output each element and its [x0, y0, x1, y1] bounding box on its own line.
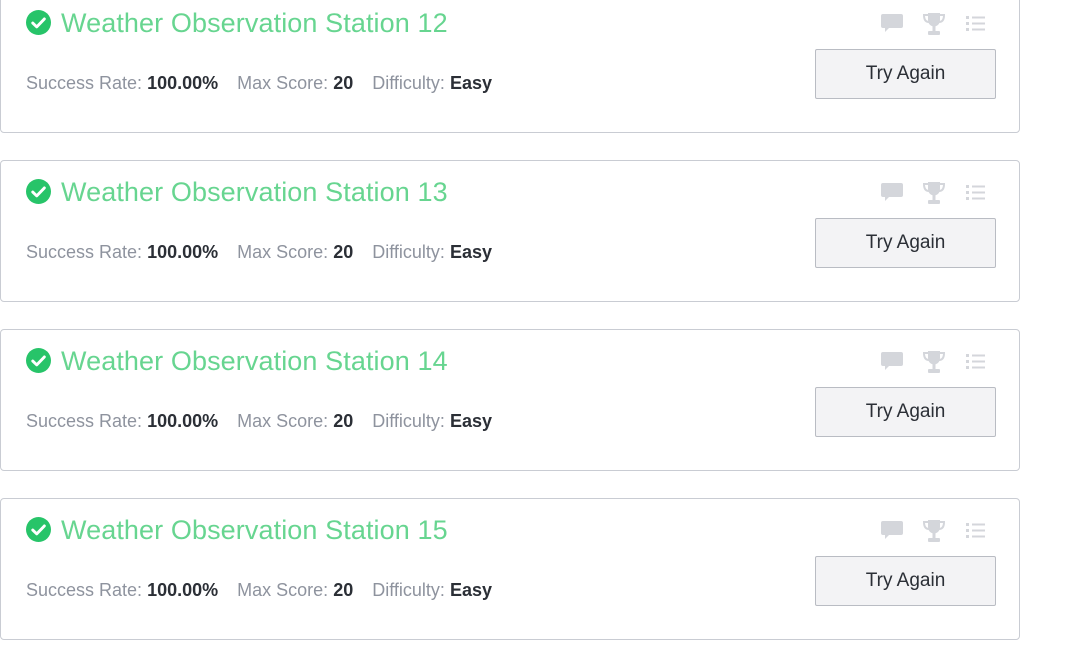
list-icon[interactable]: [964, 11, 988, 35]
max-score-value: 20: [333, 73, 354, 93]
comment-icon[interactable]: [879, 349, 905, 373]
list-icon[interactable]: [964, 518, 988, 542]
max-score-value: 20: [333, 580, 354, 600]
challenge-actions: [879, 11, 989, 37]
difficulty-value: Easy: [449, 580, 492, 600]
challenge-meta: Success Rate: 100.00% Max Score: 20 Diff…: [26, 577, 506, 603]
challenge-actions: [879, 180, 989, 206]
max-score-label: Max Score:: [237, 411, 329, 431]
check-circle-icon: [26, 10, 51, 35]
check-circle-icon: [26, 348, 51, 373]
challenge-list: Weather Observation Station 12 Success R…: [0, 0, 1079, 670]
success-rate-label: Success Rate:: [26, 411, 143, 431]
difficulty-label: Difficulty:: [372, 73, 445, 93]
challenge-card: Weather Observation Station 13 Success R…: [0, 160, 1020, 302]
challenge-title[interactable]: Weather Observation Station 12: [61, 5, 448, 41]
success-rate-value: 100.00%: [147, 580, 219, 600]
difficulty-label: Difficulty:: [372, 411, 445, 431]
max-score-label: Max Score:: [237, 580, 329, 600]
challenge-actions: [879, 349, 989, 375]
success-rate-label: Success Rate:: [26, 73, 143, 93]
success-rate-label: Success Rate:: [26, 580, 143, 600]
success-rate-value: 100.00%: [147, 242, 219, 262]
success-rate-value: 100.00%: [147, 73, 219, 93]
try-again-button[interactable]: Try Again: [815, 556, 996, 606]
trophy-icon[interactable]: [921, 11, 947, 37]
list-icon[interactable]: [964, 180, 988, 204]
max-score-label: Max Score:: [237, 73, 329, 93]
check-circle-icon: [26, 179, 51, 204]
comment-icon[interactable]: [879, 11, 905, 35]
trophy-icon[interactable]: [921, 180, 947, 206]
difficulty-value: Easy: [449, 73, 492, 93]
comment-icon[interactable]: [879, 518, 905, 542]
challenge-title[interactable]: Weather Observation Station 13: [61, 174, 448, 210]
try-again-button[interactable]: Try Again: [815, 49, 996, 99]
challenge-actions: [879, 518, 989, 544]
challenge-meta: Success Rate: 100.00% Max Score: 20 Diff…: [26, 70, 506, 96]
difficulty-value: Easy: [449, 242, 492, 262]
challenge-meta: Success Rate: 100.00% Max Score: 20 Diff…: [26, 239, 506, 265]
success-rate-value: 100.00%: [147, 411, 219, 431]
challenge-card: Weather Observation Station 12 Success R…: [0, 0, 1020, 133]
trophy-icon[interactable]: [921, 349, 947, 375]
challenge-meta: Success Rate: 100.00% Max Score: 20 Diff…: [26, 408, 506, 434]
challenge-title[interactable]: Weather Observation Station 15: [61, 512, 448, 548]
difficulty-value: Easy: [449, 411, 492, 431]
max-score-value: 20: [333, 242, 354, 262]
list-icon[interactable]: [964, 349, 988, 373]
try-again-button[interactable]: Try Again: [815, 218, 996, 268]
difficulty-label: Difficulty:: [372, 580, 445, 600]
trophy-icon[interactable]: [921, 518, 947, 544]
max-score-value: 20: [333, 411, 354, 431]
comment-icon[interactable]: [879, 180, 905, 204]
challenge-card: Weather Observation Station 15 Success R…: [0, 498, 1020, 640]
challenge-card: Weather Observation Station 14 Success R…: [0, 329, 1020, 471]
difficulty-label: Difficulty:: [372, 242, 445, 262]
success-rate-label: Success Rate:: [26, 242, 143, 262]
challenge-title[interactable]: Weather Observation Station 14: [61, 343, 448, 379]
try-again-button[interactable]: Try Again: [815, 387, 996, 437]
check-circle-icon: [26, 517, 51, 542]
max-score-label: Max Score:: [237, 242, 329, 262]
